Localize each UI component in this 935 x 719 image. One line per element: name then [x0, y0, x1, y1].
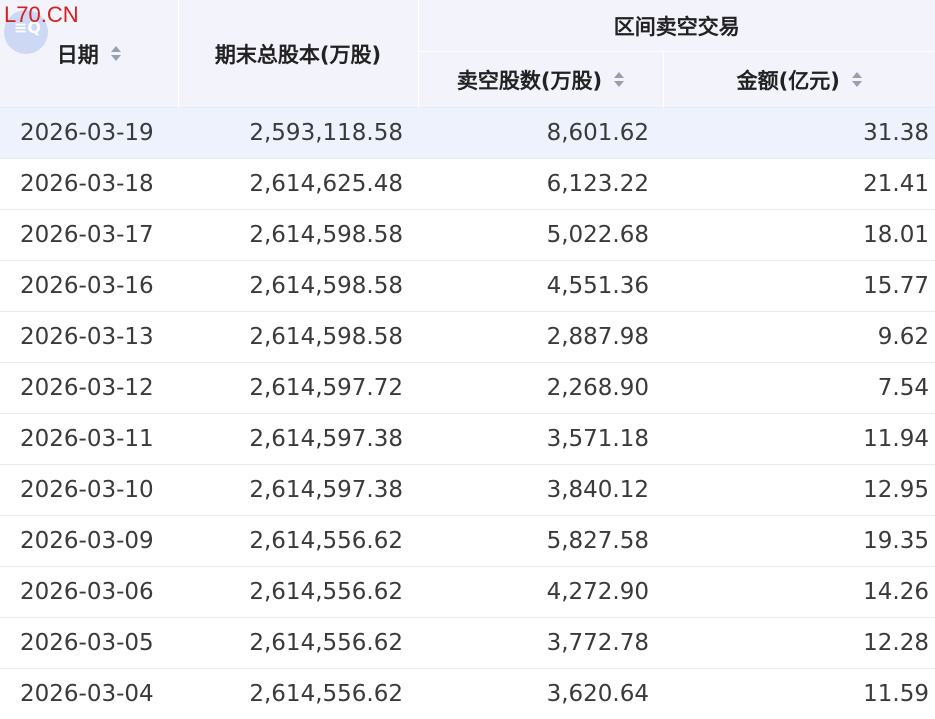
- header-short-group: 区间卖空交易: [418, 0, 935, 52]
- cell-total-shares: 2,614,625.48: [178, 159, 418, 210]
- cell-date: 2026-03-19: [0, 108, 178, 159]
- table-body: 2026-03-192,593,118.588,601.6231.382026-…: [0, 108, 935, 719]
- table-row[interactable]: 2026-03-102,614,597.383,840.1212.95: [0, 465, 935, 516]
- table-row[interactable]: 2026-03-052,614,556.623,772.7812.28: [0, 618, 935, 669]
- table-row[interactable]: 2026-03-182,614,625.486,123.2221.41: [0, 159, 935, 210]
- short-sale-table: 日期 期末总股本(万股) 区间卖空交易 卖空股数(万股) 金额(亿元): [0, 0, 935, 719]
- cell-amount: 18.01: [663, 210, 935, 261]
- cell-short-count: 3,840.12: [418, 465, 663, 516]
- cell-total-shares: 2,614,598.58: [178, 312, 418, 363]
- cell-date: 2026-03-05: [0, 618, 178, 669]
- cell-total-shares: 2,614,556.62: [178, 516, 418, 567]
- cell-total-shares: 2,593,118.58: [178, 108, 418, 159]
- cell-total-shares: 2,614,556.62: [178, 669, 418, 719]
- cell-short-count: 6,123.22: [418, 159, 663, 210]
- cell-date: 2026-03-06: [0, 567, 178, 618]
- header-amount[interactable]: 金额(亿元): [663, 52, 935, 108]
- header-total-shares: 期末总股本(万股): [178, 0, 418, 108]
- cell-short-count: 5,827.58: [418, 516, 663, 567]
- table-row[interactable]: 2026-03-042,614,556.623,620.6411.59: [0, 669, 935, 719]
- header-amount-label: 金额(亿元): [737, 65, 840, 95]
- table-row[interactable]: 2026-03-162,614,598.584,551.3615.77: [0, 261, 935, 312]
- cell-date: 2026-03-17: [0, 210, 178, 261]
- sort-icon[interactable]: [111, 46, 121, 61]
- cell-amount: 21.41: [663, 159, 935, 210]
- cell-amount: 12.28: [663, 618, 935, 669]
- table-row[interactable]: 2026-03-092,614,556.625,827.5819.35: [0, 516, 935, 567]
- cell-date: 2026-03-10: [0, 465, 178, 516]
- table-header: 日期 期末总股本(万股) 区间卖空交易 卖空股数(万股) 金额(亿元): [0, 0, 935, 108]
- header-short-count[interactable]: 卖空股数(万股): [418, 52, 663, 108]
- cell-date: 2026-03-11: [0, 414, 178, 465]
- header-short-count-label: 卖空股数(万股): [457, 65, 602, 95]
- cell-amount: 9.62: [663, 312, 935, 363]
- sort-icon[interactable]: [852, 72, 862, 87]
- table-row[interactable]: 2026-03-192,593,118.588,601.6231.38: [0, 108, 935, 159]
- header-date-label: 日期: [57, 39, 99, 69]
- sort-icon[interactable]: [614, 72, 624, 87]
- cell-short-count: 4,551.36: [418, 261, 663, 312]
- cell-total-shares: 2,614,598.58: [178, 210, 418, 261]
- table-row[interactable]: 2026-03-172,614,598.585,022.6818.01: [0, 210, 935, 261]
- cell-amount: 31.38: [663, 108, 935, 159]
- cell-total-shares: 2,614,597.38: [178, 465, 418, 516]
- table-row[interactable]: 2026-03-132,614,598.582,887.989.62: [0, 312, 935, 363]
- cell-total-shares: 2,614,598.58: [178, 261, 418, 312]
- cell-short-count: 4,272.90: [418, 567, 663, 618]
- cell-date: 2026-03-13: [0, 312, 178, 363]
- table-row[interactable]: 2026-03-062,614,556.624,272.9014.26: [0, 567, 935, 618]
- cell-short-count: 8,601.62: [418, 108, 663, 159]
- cell-short-count: 3,620.64: [418, 669, 663, 719]
- watermark-logo: ≡Q L70.CN: [4, 2, 79, 28]
- cell-short-count: 3,772.78: [418, 618, 663, 669]
- cell-date: 2026-03-04: [0, 669, 178, 719]
- cell-total-shares: 2,614,556.62: [178, 618, 418, 669]
- cell-total-shares: 2,614,597.72: [178, 363, 418, 414]
- cell-amount: 11.94: [663, 414, 935, 465]
- cell-amount: 11.59: [663, 669, 935, 719]
- cell-amount: 19.35: [663, 516, 935, 567]
- table-row[interactable]: 2026-03-112,614,597.383,571.1811.94: [0, 414, 935, 465]
- cell-amount: 15.77: [663, 261, 935, 312]
- cell-date: 2026-03-16: [0, 261, 178, 312]
- cell-total-shares: 2,614,556.62: [178, 567, 418, 618]
- table-row[interactable]: 2026-03-122,614,597.722,268.907.54: [0, 363, 935, 414]
- cell-short-count: 2,268.90: [418, 363, 663, 414]
- cell-amount: 12.95: [663, 465, 935, 516]
- cell-short-count: 3,571.18: [418, 414, 663, 465]
- cell-short-count: 5,022.68: [418, 210, 663, 261]
- cell-amount: 7.54: [663, 363, 935, 414]
- cell-date: 2026-03-12: [0, 363, 178, 414]
- cell-date: 2026-03-18: [0, 159, 178, 210]
- cell-date: 2026-03-09: [0, 516, 178, 567]
- cell-short-count: 2,887.98: [418, 312, 663, 363]
- cell-total-shares: 2,614,597.38: [178, 414, 418, 465]
- watermark-text: L70.CN: [4, 2, 79, 28]
- cell-amount: 14.26: [663, 567, 935, 618]
